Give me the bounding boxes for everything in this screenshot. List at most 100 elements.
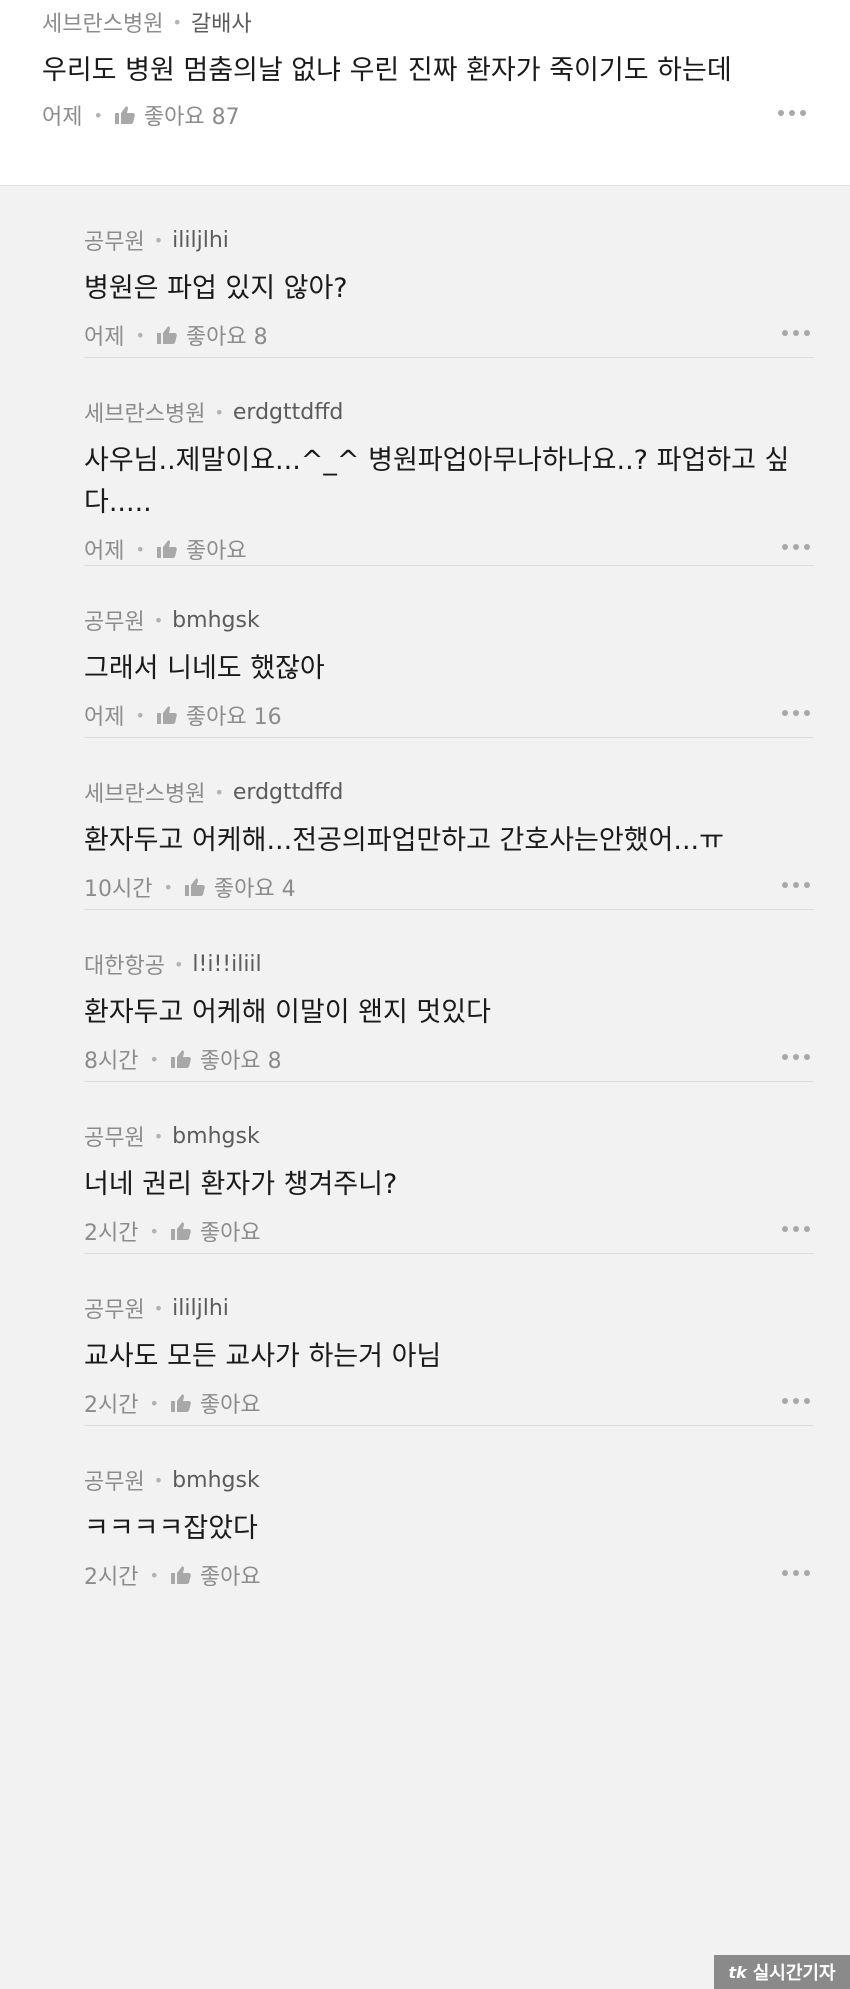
like-count: 좋아요 8 <box>185 325 268 350</box>
reply-item: 공무원 • bmhgsk 그래서 니네도 했잖아 어제 • 좋아요 16 <box>84 566 814 738</box>
dot-icon <box>793 330 799 336</box>
separator-dot: • <box>93 105 103 125</box>
more-options-button[interactable] <box>778 706 814 720</box>
company-name[interactable]: 공무원 <box>84 1292 145 1324</box>
reply-text: 환자두고 어케해 이말이 왠지 멋있다 <box>84 997 491 1028</box>
company-name[interactable]: 공무원 <box>84 224 145 256</box>
like-button[interactable]: 좋아요 4 <box>184 871 296 903</box>
nickname[interactable]: bmhgsk <box>172 1124 260 1149</box>
reply-text: 병원은 파업 있지 않아? <box>84 273 348 304</box>
dot-icon <box>793 882 799 888</box>
dot-icon <box>804 1226 810 1232</box>
like-button[interactable]: 좋아요 8 <box>156 319 268 351</box>
reply-footer: 8시간 • 좋아요 8 <box>84 1044 814 1074</box>
more-options-button[interactable] <box>778 1050 814 1064</box>
reply-meta: 세브란스병원 • erdgttdffd <box>84 776 814 808</box>
dot-icon <box>804 544 810 550</box>
reply-footer: 10시간 • 좋아요 4 <box>84 872 814 902</box>
reply-footer: 2시간 • 좋아요 <box>84 1560 814 1590</box>
watermark-logo: tk <box>728 1962 747 1982</box>
like-button[interactable]: 좋아요 <box>156 533 247 565</box>
more-options-button[interactable] <box>778 1394 814 1408</box>
nickname[interactable]: erdgttdffd <box>233 780 343 805</box>
thumbs-up-icon <box>170 1394 191 1412</box>
reply-item: 공무원 • bmhgsk 너네 권리 환자가 챙겨주니? 2시간 • 좋아요 <box>84 1082 814 1254</box>
company-name[interactable]: 대한항공 <box>84 948 165 980</box>
nickname[interactable]: 갈배사 <box>191 6 252 38</box>
separator-dot: • <box>214 782 224 802</box>
reply-footer: 어제 • 좋아요 8 <box>84 320 814 350</box>
nickname[interactable]: ililjlhi <box>172 1296 229 1321</box>
dot-icon <box>793 1226 799 1232</box>
dot-icon <box>804 710 810 716</box>
nickname[interactable]: ililjlhi <box>172 228 229 253</box>
company-name[interactable]: 공무원 <box>84 1120 145 1152</box>
like-button[interactable]: 좋아요 16 <box>156 699 282 731</box>
reply-item: 세브란스병원 • erdgttdffd 사우님..제말이요...^_^ 병원파업… <box>84 358 814 566</box>
dot-icon <box>804 1398 810 1404</box>
dot-icon <box>793 1054 799 1060</box>
reply-time: 어제 <box>84 325 125 350</box>
like-button[interactable]: 좋아요 8 <box>170 1043 282 1075</box>
reply-time: 2시간 <box>84 1565 139 1590</box>
reply-text: 사우님..제말이요...^_^ 병원파업아무나하나요..? 파업하고 싶다...… <box>84 445 790 518</box>
like-button[interactable]: 좋아요 <box>170 1215 261 1247</box>
more-options-button[interactable] <box>778 540 814 554</box>
company-name[interactable]: 세브란스병원 <box>42 6 163 38</box>
reply-footer: 어제 • 좋아요 16 <box>84 700 814 730</box>
thumbs-up-icon <box>170 1566 191 1584</box>
dot-icon <box>804 330 810 336</box>
reply-footer: 2시간 • 좋아요 <box>84 1388 814 1418</box>
dot-icon <box>804 1054 810 1060</box>
reply-time: 2시간 <box>84 1393 139 1418</box>
reply-time: 10시간 <box>84 877 153 902</box>
more-options-button[interactable] <box>774 106 810 120</box>
reply-meta: 대한항공 • l!i!!iliil <box>84 948 814 980</box>
reply-time: 어제 <box>84 539 125 564</box>
company-name[interactable]: 세브란스병원 <box>84 396 205 428</box>
company-name[interactable]: 공무원 <box>84 604 145 636</box>
like-count: 좋아요 <box>185 539 247 564</box>
comment-time: 어제 <box>42 105 83 130</box>
reply-time: 2시간 <box>84 1221 139 1246</box>
separator-dot: • <box>153 230 164 250</box>
like-count: 좋아요 <box>199 1393 261 1418</box>
dot-icon <box>782 1570 788 1576</box>
like-button[interactable]: 좋아요 <box>170 1559 261 1591</box>
nickname[interactable]: bmhgsk <box>172 1468 260 1493</box>
more-options-button[interactable] <box>778 1222 814 1236</box>
reply-item: 공무원 • bmhgsk ㅋㅋㅋㅋ잡았다 2시간 • 좋아요 <box>84 1426 814 1598</box>
nickname[interactable]: bmhgsk <box>172 608 260 633</box>
dot-icon <box>778 110 784 116</box>
like-count: 좋아요 87 <box>143 105 240 130</box>
reply-item: 공무원 • ililjlhi 병원은 파업 있지 않아? 어제 • 좋아요 8 <box>84 186 814 358</box>
separator-dot: • <box>135 539 145 559</box>
like-button[interactable]: 좋아요 87 <box>114 99 240 131</box>
more-options-button[interactable] <box>778 878 814 892</box>
more-options-button[interactable] <box>778 326 814 340</box>
dot-icon <box>800 110 806 116</box>
reply-text: 그래서 니네도 했잖아 <box>84 653 325 684</box>
thumbs-up-icon <box>156 326 177 344</box>
nickname[interactable]: l!i!!iliil <box>192 952 261 977</box>
separator-dot: • <box>135 325 145 345</box>
like-button[interactable]: 좋아요 <box>170 1387 261 1419</box>
reply-text: ㅋㅋㅋㅋ잡았다 <box>84 1513 258 1544</box>
nickname[interactable]: erdgttdffd <box>233 400 343 425</box>
separator-dot: • <box>149 1565 159 1585</box>
dot-icon <box>782 1054 788 1060</box>
like-count: 좋아요 8 <box>199 1049 282 1074</box>
more-options-button[interactable] <box>778 1566 814 1580</box>
separator-dot: • <box>149 1393 159 1413</box>
reply-meta: 공무원 • bmhgsk <box>84 1464 814 1496</box>
dot-icon <box>793 710 799 716</box>
comment-footer: 어제 • 좋아요 87 <box>42 100 810 130</box>
separator-dot: • <box>149 1049 159 1069</box>
separator-dot: • <box>173 954 184 974</box>
dot-icon <box>782 544 788 550</box>
dot-icon <box>782 710 788 716</box>
reply-time: 어제 <box>84 705 125 730</box>
company-name[interactable]: 공무원 <box>84 1464 145 1496</box>
dot-icon <box>782 882 788 888</box>
company-name[interactable]: 세브란스병원 <box>84 776 205 808</box>
